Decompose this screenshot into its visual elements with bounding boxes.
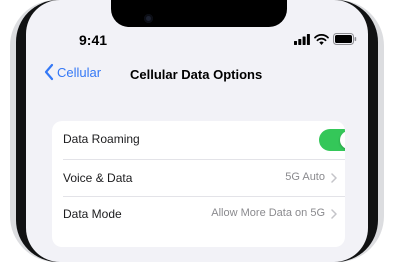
signal-icon <box>294 33 310 45</box>
status-icons <box>294 33 357 45</box>
battery-icon <box>333 33 357 45</box>
chevron-left-icon <box>44 63 54 81</box>
settings-row-value: 5G Auto <box>285 171 325 183</box>
notch <box>111 0 287 27</box>
back-button-label: Cellular <box>57 64 102 80</box>
settings-row-label: Voice & Data <box>63 171 133 185</box>
phone-screen: 9:41 Cellular Cellular Data Options Data… <box>26 0 368 262</box>
back-button[interactable]: Cellular <box>44 63 101 81</box>
settings-row-data-mode[interactable]: Data Mode Allow More Data on 5G <box>52 196 345 232</box>
chevron-right-icon <box>331 173 337 183</box>
data-roaming-toggle[interactable] <box>319 129 345 151</box>
settings-row-value: Allow More Data on 5G <box>211 207 325 219</box>
settings-row-label: Data Roaming <box>63 132 140 146</box>
settings-row-label: Data Mode <box>63 207 122 221</box>
wifi-icon <box>314 33 329 45</box>
settings-group: Data Roaming Voice & Data 5G Auto Data M… <box>52 121 345 247</box>
front-camera <box>144 14 153 23</box>
toggle-knob <box>340 131 345 149</box>
page-title: Cellular Data Options <box>130 67 263 82</box>
settings-row-data-roaming: Data Roaming <box>52 121 345 157</box>
chevron-right-icon <box>331 209 337 219</box>
status-time: 9:41 <box>79 32 108 48</box>
settings-row-voice-data[interactable]: Voice & Data 5G Auto <box>52 160 345 196</box>
